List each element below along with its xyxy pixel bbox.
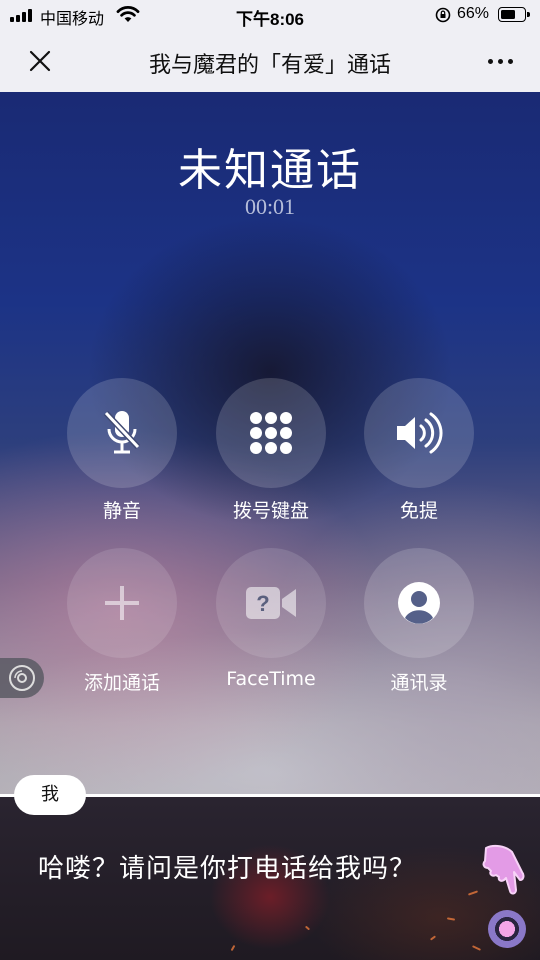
keypad-label: 拨号键盘	[232, 500, 309, 522]
mute-label: 静音	[102, 500, 141, 522]
speaker-label: 免提	[399, 500, 438, 522]
keypad-icon	[250, 412, 292, 454]
speaker-button[interactable]	[364, 378, 474, 488]
record-icon[interactable]	[488, 910, 526, 948]
facetime-icon: ?	[246, 587, 296, 619]
nav-bar: 我与魔君的「有爱」通话	[0, 30, 540, 92]
keypad-button[interactable]	[216, 378, 326, 488]
battery-percent: 66%	[457, 5, 490, 22]
disc-icon	[9, 665, 35, 691]
close-icon[interactable]	[22, 43, 58, 79]
side-drawer-handle[interactable]	[0, 658, 44, 698]
plus-icon	[105, 586, 139, 620]
battery-icon	[498, 7, 530, 22]
mute-button[interactable]	[67, 378, 177, 488]
mute-mic-icon	[103, 410, 141, 454]
svg-text:?: ?	[256, 591, 269, 616]
call-screen: 未知通话 00:01 静音 拨号键盘 免提 添加通话 ? FaceTime 通讯…	[0, 92, 540, 794]
status-bar: 中国移动 下午8:06 66%	[0, 0, 540, 30]
more-icon[interactable]	[480, 50, 520, 72]
speaker-icon	[397, 412, 443, 454]
pointing-hand-icon[interactable]	[476, 842, 528, 898]
call-timer: 00:01	[244, 194, 296, 219]
add-call-label: 添加通话	[83, 672, 160, 694]
facetime-button[interactable]: ?	[216, 548, 326, 658]
speaker-name-tag: 我	[14, 775, 86, 815]
add-call-button[interactable]	[67, 548, 177, 658]
rotation-lock-icon	[435, 7, 451, 23]
dialog-text: 哈喽？请问是你打电话给我吗？	[38, 854, 417, 884]
call-title: 未知通话	[178, 145, 362, 196]
page-title: 我与魔君的「有爱」通话	[148, 53, 391, 78]
facetime-label: FaceTime	[226, 668, 316, 690]
contacts-button[interactable]	[364, 548, 474, 658]
contacts-icon	[398, 582, 440, 624]
contacts-label: 通讯录	[390, 672, 448, 694]
